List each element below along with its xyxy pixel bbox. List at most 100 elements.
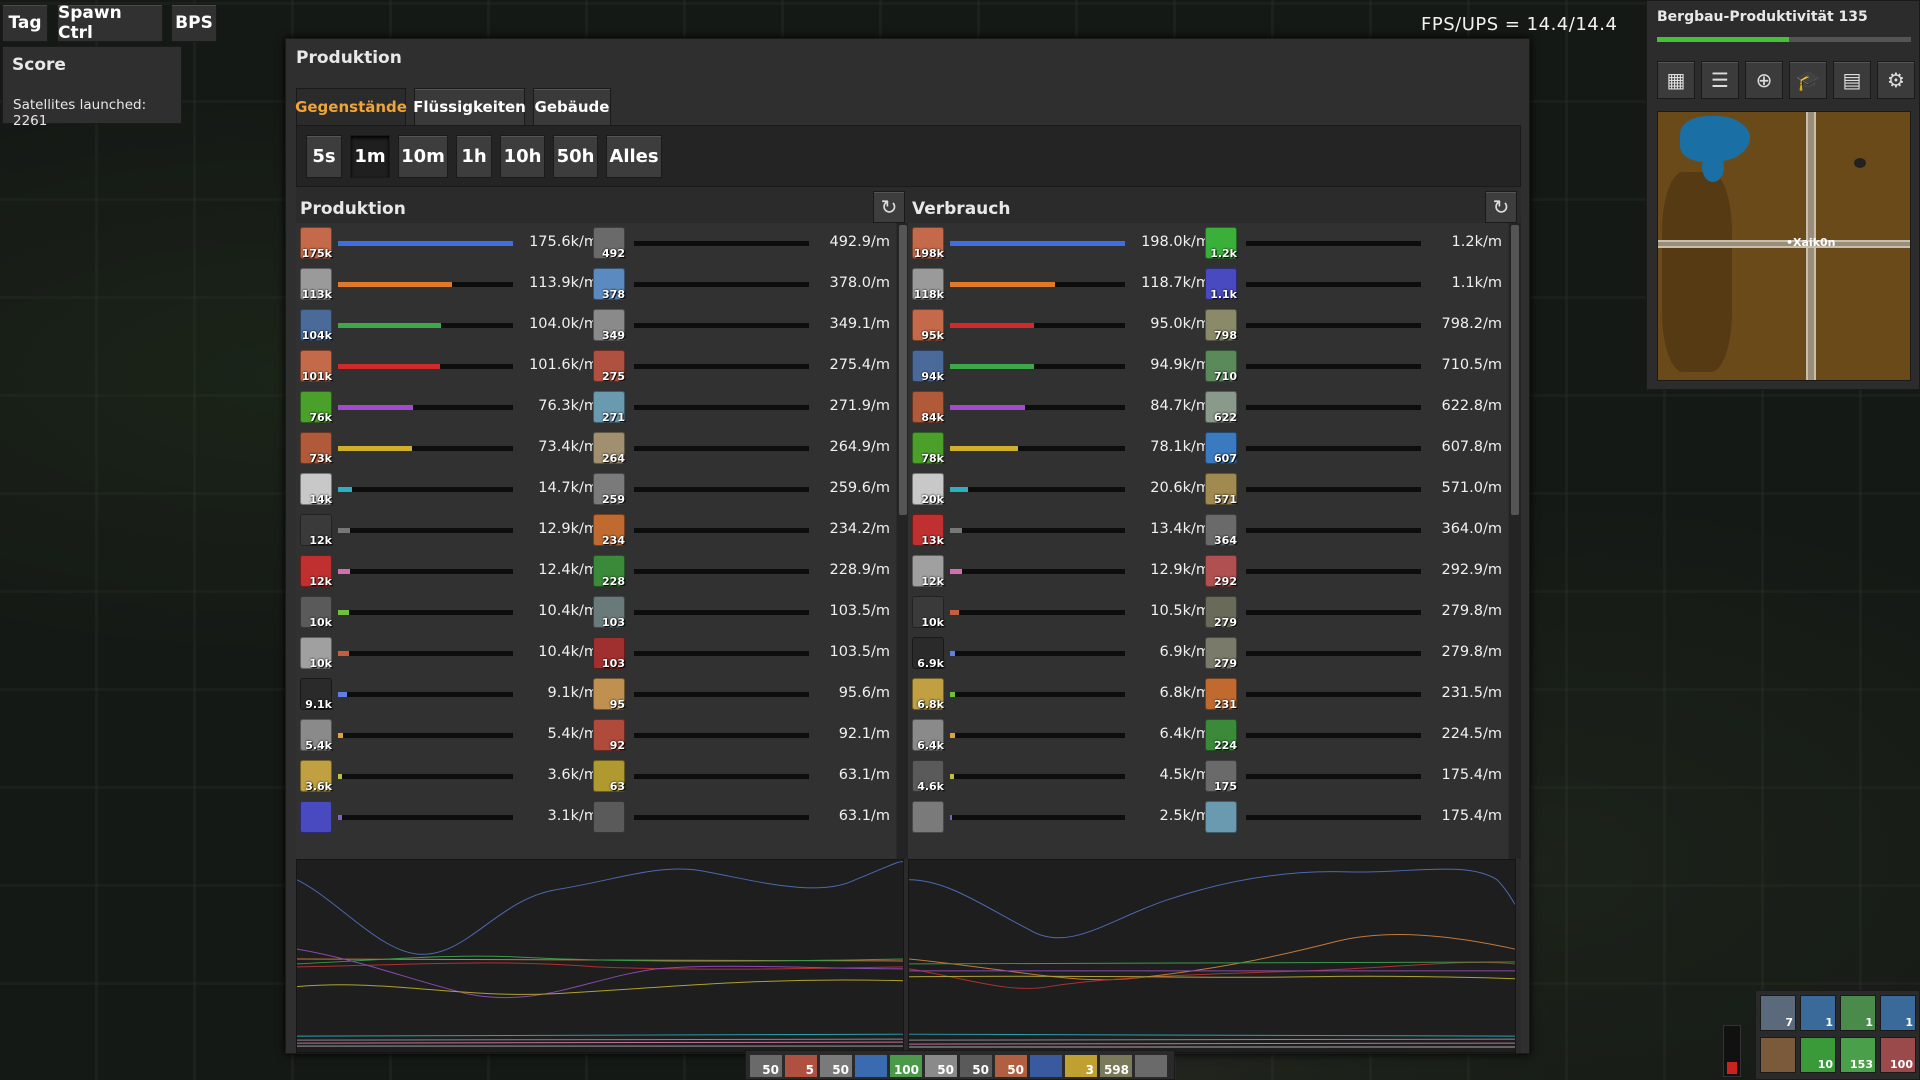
item-icon[interactable]: 798	[1205, 309, 1237, 342]
refresh-icon[interactable]: ↻	[1485, 191, 1517, 223]
item-icon[interactable]: 175	[1205, 760, 1237, 793]
item-icon[interactable]: 14k	[300, 473, 332, 506]
item-icon[interactable]: 118k	[912, 268, 944, 301]
timescale-all[interactable]: Alles	[606, 135, 662, 178]
item-icon[interactable]: 6.4k	[912, 719, 944, 752]
list-row[interactable]: 12k 12.9k/m 292 292.9/m	[908, 551, 1508, 592]
research-icon[interactable]: 🎓	[1789, 61, 1827, 99]
list-row[interactable]: 104k 104.0k/m 349 349.1/m	[296, 305, 896, 346]
item-icon[interactable]: 5.4k	[300, 719, 332, 752]
train-icon[interactable]: ▤	[1833, 61, 1871, 99]
item-icon[interactable]: 234	[593, 514, 625, 547]
timescale-50h[interactable]: 50h	[553, 135, 598, 178]
consumption-list[interactable]: 198k 198.0k/m 1.2k 1.2k/m 118k 118.7k/m 1.1k 1.…	[908, 223, 1508, 859]
list-row[interactable]: 94k 94.9k/m 710 710.5/m	[908, 346, 1508, 387]
item-icon[interactable]: 224	[1205, 719, 1237, 752]
list-row[interactable]: 78k 78.1k/m 607 607.8/m	[908, 428, 1508, 469]
item-icon[interactable]: 103	[593, 596, 625, 629]
item-icon[interactable]	[593, 801, 625, 833]
tab-fluids[interactable]: Flüssigkeiten	[413, 88, 526, 126]
item-icon[interactable]: 10k	[912, 596, 944, 629]
list-row[interactable]: 10k 10.4k/m 103 103.5/m	[296, 633, 896, 674]
refresh-icon[interactable]: ↻	[873, 191, 905, 223]
item-icon[interactable]: 103	[593, 637, 625, 670]
settings-icon[interactable]: ⚙	[1877, 61, 1915, 99]
item-icon[interactable]: 6.8k	[912, 678, 944, 711]
item-icon[interactable]: 264	[593, 432, 625, 465]
item-icon[interactable]: 275	[593, 350, 625, 383]
item-icon[interactable]: 73k	[300, 432, 332, 465]
list-row[interactable]: 12k 12.9k/m 234 234.2/m	[296, 510, 896, 551]
timescale-10h[interactable]: 10h	[500, 135, 545, 178]
add-tag-icon[interactable]: ⊕	[1745, 61, 1783, 99]
spawn-ctrl-button[interactable]: Spawn Ctrl	[57, 3, 163, 43]
item-icon[interactable]: 279	[1205, 596, 1237, 629]
production-list[interactable]: 175k 175.6k/m 492 492.9/m 113k 113.9k/m 378 378…	[296, 223, 896, 859]
list-row[interactable]: 198k 198.0k/m 1.2k 1.2k/m	[908, 223, 1508, 264]
item-icon[interactable]: 292	[1205, 555, 1237, 588]
item-icon[interactable]: 175k	[300, 227, 332, 260]
list-row[interactable]: 73k 73.4k/m 264 264.9/m	[296, 428, 896, 469]
hotbar-slot[interactable]: 50	[820, 1055, 852, 1077]
hotbar-slot[interactable]	[1135, 1055, 1167, 1077]
hotbar-slot[interactable]: 50	[925, 1055, 957, 1077]
item-icon[interactable]: 12k	[912, 555, 944, 588]
item-icon[interactable]: 279	[1205, 637, 1237, 670]
item-icon[interactable]: 231	[1205, 678, 1237, 711]
hotbar-slot[interactable]: 598	[1100, 1055, 1132, 1077]
item-icon[interactable]: 12k	[300, 555, 332, 588]
list-row[interactable]: 95k 95.0k/m 798 798.2/m	[908, 305, 1508, 346]
hotbar-slot[interactable]: 50	[960, 1055, 992, 1077]
item-icon[interactable]: 6.9k	[912, 637, 944, 670]
tab-items[interactable]: Gegenstände	[295, 88, 407, 126]
list-row[interactable]: 20k 20.6k/m 571 571.0/m	[908, 469, 1508, 510]
item-icon[interactable]	[912, 801, 944, 833]
item-icon[interactable]: 622	[1205, 391, 1237, 424]
list-row[interactable]: 14k 14.7k/m 259 259.6/m	[296, 469, 896, 510]
consumption-scrollbar[interactable]	[1509, 223, 1521, 859]
item-icon[interactable]: 78k	[912, 432, 944, 465]
list-row[interactable]: 6.4k 6.4k/m 224 224.5/m	[908, 715, 1508, 756]
item-icon[interactable]	[300, 801, 332, 833]
timescale-10m[interactable]: 10m	[398, 135, 448, 178]
item-icon[interactable]: 94k	[912, 350, 944, 383]
list-row[interactable]: 10k 10.5k/m 279 279.8/m	[908, 592, 1508, 633]
item-icon[interactable]: 607	[1205, 432, 1237, 465]
list-row[interactable]: 101k 101.6k/m 275 275.4/m	[296, 346, 896, 387]
list-row[interactable]: 4.6k 4.5k/m 175 175.4/m	[908, 756, 1508, 797]
list-row[interactable]: 84k 84.7k/m 622 622.8/m	[908, 387, 1508, 428]
item-icon[interactable]: 113k	[300, 268, 332, 301]
item-icon[interactable]: 10k	[300, 637, 332, 670]
list-row[interactable]: 175k 175.6k/m 492 492.9/m	[296, 223, 896, 264]
item-icon[interactable]: 1.1k	[1205, 268, 1237, 301]
item-icon[interactable]: 228	[593, 555, 625, 588]
item-icon[interactable]	[1205, 801, 1237, 833]
item-icon[interactable]: 1.2k	[1205, 227, 1237, 260]
item-icon[interactable]: 101k	[300, 350, 332, 383]
quickbar-slot[interactable]: 10	[1800, 1037, 1836, 1073]
list-row[interactable]: 9.1k 9.1k/m 95 95.6/m	[296, 674, 896, 715]
item-icon[interactable]: 271	[593, 391, 625, 424]
item-icon[interactable]: 12k	[300, 514, 332, 547]
list-row[interactable]: 13k 13.4k/m 364 364.0/m	[908, 510, 1508, 551]
minimap[interactable]: •Xaik0n	[1657, 111, 1911, 381]
map-view-icon[interactable]: ▦	[1657, 61, 1695, 99]
item-icon[interactable]: 63	[593, 760, 625, 793]
item-icon[interactable]: 3.6k	[300, 760, 332, 793]
list-row[interactable]: 113k 113.9k/m 378 378.0/m	[296, 264, 896, 305]
hotbar-slot[interactable]: 5	[785, 1055, 817, 1077]
item-icon[interactable]: 4.6k	[912, 760, 944, 793]
list-row[interactable]: 5.4k 5.4k/m 92 92.1/m	[296, 715, 896, 756]
tab-buildings[interactable]: Gebäude	[533, 88, 611, 126]
hotbar-slot[interactable]	[1030, 1055, 1062, 1077]
item-icon[interactable]: 10k	[300, 596, 332, 629]
list-row[interactable]: 10k 10.4k/m 103 103.5/m	[296, 592, 896, 633]
list-row[interactable]: 3.6k 3.6k/m 63 63.1/m	[296, 756, 896, 797]
item-icon[interactable]: 492	[593, 227, 625, 260]
quickbar-slot[interactable]: 1	[1800, 995, 1836, 1031]
item-icon[interactable]: 76k	[300, 391, 332, 424]
hotbar-slot[interactable]: 100	[890, 1055, 922, 1077]
item-icon[interactable]: 13k	[912, 514, 944, 547]
timescale-1m[interactable]: 1m	[350, 135, 390, 178]
quickbar-slot[interactable]: 7	[1760, 995, 1796, 1031]
